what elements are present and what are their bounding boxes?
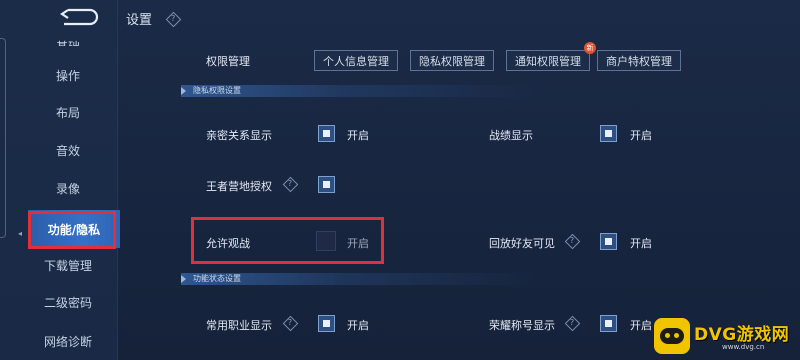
watermark-title: DVG游戏网 [694, 325, 790, 345]
setting-label-camp-auth: 王者营地授权 [206, 180, 272, 193]
tab-personal-info[interactable]: 个人信息管理 [314, 50, 398, 71]
sidebar-item-label: 下载管理 [43, 258, 92, 273]
section-header-privacy: 隐私权限设置 [181, 85, 541, 97]
checkbox-camp-authorization[interactable] [318, 176, 335, 193]
setting-label-spectate: 允许观战 [206, 237, 250, 250]
page-title-text: 设置 [126, 13, 153, 28]
checkbox-allow-spectate[interactable] [316, 231, 336, 251]
state-text: 开启 [347, 129, 369, 142]
sidebar: 基础 操作 布局 音效 录像 功能/隐私 ◂ 下载管理 二级密码 网络诊断 [0, 0, 120, 360]
gamepad-logo-icon [654, 318, 690, 354]
tab-merchant-privilege[interactable]: 商户特权管理 [597, 50, 681, 71]
page-title: 设置 ? [126, 9, 180, 28]
watermark-url: www.dvg.cn [722, 343, 765, 351]
checkbox-record-display[interactable] [600, 125, 617, 142]
state-text: 开启 [347, 237, 369, 250]
state-text: 开启 [630, 237, 652, 250]
settings-screen: 基础 操作 布局 音效 录像 功能/隐私 ◂ 下载管理 二级密码 网络诊断 设置 [0, 0, 800, 360]
section-header-function: 功能状态设置 [181, 273, 541, 285]
diamond-question-icon[interactable]: ? [283, 177, 297, 191]
tab-privacy-permission[interactable]: 隐私权限管理 [410, 50, 494, 71]
setting-label-common-role: 常用职业显示 [206, 319, 272, 332]
setting-label-replay-friends: 回放好友可见 [489, 237, 555, 250]
sidebar-item-network-diagnosis[interactable]: 网络诊断 [20, 322, 116, 360]
checkbox-common-role-display[interactable] [318, 315, 335, 332]
sidebar-item-basic[interactable]: 基础 [20, 26, 116, 46]
state-text: 开启 [630, 319, 652, 332]
section-title: 隐私权限设置 [193, 86, 241, 95]
sidebar-item-replay[interactable]: 录像 [20, 169, 116, 207]
sidebar-item-label: 基础 [56, 38, 80, 46]
diamond-question-icon[interactable]: ? [565, 316, 579, 330]
watermark: DVG游戏网 www.dvg.cn [652, 316, 798, 358]
back-arrow-icon[interactable] [56, 6, 100, 28]
sidebar-item-label: 录像 [55, 181, 80, 196]
checkbox-honor-title-display[interactable] [600, 315, 617, 332]
setting-label-honor-title: 荣耀称号显示 [489, 319, 555, 332]
tab-label: 隐私权限管理 [419, 54, 485, 68]
sidebar-item-label: 布局 [55, 105, 80, 120]
sidebar-item-downloads[interactable]: 下载管理 [20, 246, 116, 284]
tab-label: 商户特权管理 [606, 54, 672, 68]
sidebar-rail [0, 38, 6, 238]
state-text: 开启 [347, 319, 369, 332]
collapse-arrow-icon[interactable]: ◂ [18, 229, 24, 238]
section-caret-icon [181, 87, 186, 95]
section-caret-icon [181, 275, 186, 283]
diamond-question-icon[interactable]: ? [166, 12, 180, 26]
sidebar-item-controls[interactable]: 操作 [20, 56, 116, 94]
sidebar-item-layout[interactable]: 布局 [20, 93, 116, 131]
tab-notification-permission[interactable]: 通知权限管理 [506, 50, 590, 71]
sidebar-item-label: 音效 [55, 143, 80, 158]
tab-label: 通知权限管理 [515, 54, 581, 68]
setting-label-record: 战绩显示 [489, 129, 533, 142]
new-badge: 新 [584, 42, 596, 54]
diamond-question-icon[interactable]: ? [283, 316, 297, 330]
section-title: 功能状态设置 [193, 274, 241, 283]
sidebar-item-label: 操作 [55, 68, 80, 83]
permission-management-label: 权限管理 [206, 55, 250, 68]
sidebar-item-label: 二级密码 [43, 295, 92, 310]
checkbox-intimacy-display[interactable] [318, 125, 335, 142]
sidebar-item-secondary-password[interactable]: 二级密码 [20, 283, 116, 321]
tab-label: 个人信息管理 [323, 54, 389, 68]
setting-label-intimacy: 亲密关系显示 [206, 129, 272, 142]
checkbox-replay-friends-visible[interactable] [600, 233, 617, 250]
sidebar-item-label: 网络诊断 [43, 334, 92, 349]
sidebar-item-label: 功能/隐私 [47, 222, 101, 237]
sidebar-item-sound[interactable]: 音效 [20, 131, 116, 169]
diamond-question-icon[interactable]: ? [565, 234, 579, 248]
state-text: 开启 [630, 129, 652, 142]
sidebar-item-function-privacy[interactable]: 功能/隐私 [28, 210, 120, 248]
